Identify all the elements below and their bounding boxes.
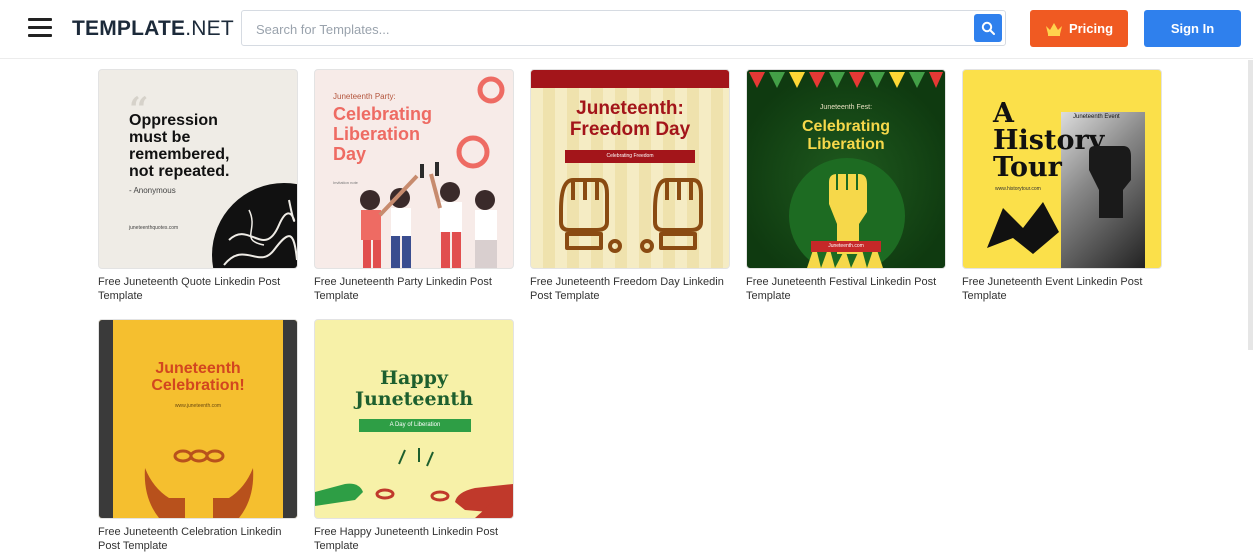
side-bar-left [99,320,113,518]
quote-line: remembered, [129,146,230,163]
template-thumbnail[interactable]: “ Oppression must be remembered, not rep… [98,69,298,269]
card-banner: Celebrating Freedom [565,150,695,163]
quote-line: Oppression [129,112,218,129]
sign-in-button[interactable]: Sign In [1144,10,1241,47]
hands-broken-chain-illustration [144,449,254,518]
menu-icon[interactable] [28,18,52,38]
card-kicker: Juneteenth Fest: [819,104,873,111]
quote-line: not repeated. [129,163,230,180]
quote-line: must be [129,129,191,146]
card-banner: A Day of Liberation [359,419,471,432]
template-caption[interactable]: Free Juneteenth Event Linkedin Post Temp… [962,275,1162,303]
template-card[interactable]: “ Oppression must be remembered, not rep… [98,69,298,303]
crown-icon [1045,22,1062,36]
raised-fists-broken-chains-illustration [559,178,703,253]
card-headline: Celebration! [151,377,245,394]
circle-decoration [477,76,505,104]
friends-toasting-illustration [360,162,497,268]
template-card[interactable]: Juneteenth Party: Celebrating Liberation… [314,69,514,303]
template-thumbnail[interactable]: Juneteenth Party: Celebrating Liberation… [314,69,514,269]
card-headline: Happy [380,367,448,389]
card-site: www.juneteenth.com [174,403,222,409]
template-caption[interactable]: Free Juneteenth Quote Linkedin Post Temp… [98,275,298,303]
sign-in-label: Sign In [1170,21,1215,36]
template-card[interactable]: Juneteenth Event A History Tour www.hist… [962,69,1162,303]
search-bar [241,10,1006,47]
top-band [531,70,729,88]
card-headline: Freedom Day [569,119,691,140]
search-input[interactable] [254,11,973,47]
card-site: www.historytour.com [995,186,1041,192]
breaking-chains-hands-illustration [315,448,513,518]
template-card[interactable]: Happy Juneteenth A Day of Liberation Fre… [314,319,514,553]
logo-bold-text: TEMPLATE [72,17,186,40]
raised-fist-icon [1089,146,1131,218]
scrollbar[interactable] [1248,60,1253,350]
brush-stroke-graphic [987,202,1059,254]
search-button[interactable] [974,14,1002,42]
card-headline: Juneteenth [354,388,474,410]
card-headline: Celebrating [333,104,433,124]
template-card[interactable]: Juneteenth Fest: Celebrating Liberation … [746,69,946,303]
card-banner: Juneteenth.com [811,241,881,252]
quote-site: juneteenthquotes.com [129,225,179,231]
side-bar-right [283,320,297,518]
card-headline: A [993,98,1014,129]
template-card[interactable]: Juneteenth Celebration! www.juneteenth.c… [98,319,298,553]
template-thumbnail[interactable]: Juneteenth Event A History Tour www.hist… [962,69,1162,269]
card-headline: Liberation [333,124,421,144]
template-card[interactable]: Juneteenth: Freedom Day Celebrating Free… [530,69,730,303]
pricing-button[interactable]: Pricing [1030,10,1128,47]
card-headline: Liberation [807,136,885,153]
scribble-circle-graphic [212,183,297,268]
card-kicker: Juneteenth Party: [333,92,396,101]
card-headline: Celebrating [801,118,890,135]
search-icon [981,21,995,35]
logo-thin-text: .NET [185,17,234,40]
template-thumbnail[interactable]: Juneteenth: Freedom Day Celebrating Free… [530,69,730,269]
card-headline: Juneteenth: [576,98,684,119]
pricing-label: Pricing [1068,21,1114,36]
template-caption[interactable]: Free Juneteenth Party Linkedin Post Temp… [314,275,514,303]
template-thumbnail[interactable]: Happy Juneteenth A Day of Liberation [314,319,514,519]
template-thumbnail[interactable]: Juneteenth Fest: Celebrating Liberation … [746,69,946,269]
template-caption[interactable]: Free Juneteenth Freedom Day Linkedin Pos… [530,275,730,303]
top-header: TEMPLATE.NET Pricing Sign In [0,0,1253,59]
site-logo[interactable]: TEMPLATE.NET [72,17,234,41]
template-caption[interactable]: Free Happy Juneteenth Linkedin Post Temp… [314,525,514,553]
quote-author: - Anonymous [129,186,176,195]
template-caption[interactable]: Free Juneteenth Celebration Linkedin Pos… [98,525,298,553]
card-headline: Juneteenth [155,360,241,377]
bunting-decoration [749,72,943,88]
template-caption[interactable]: Free Juneteenth Festival Linkedin Post T… [746,275,946,303]
template-thumbnail[interactable]: Juneteenth Celebration! www.juneteenth.c… [98,319,298,519]
